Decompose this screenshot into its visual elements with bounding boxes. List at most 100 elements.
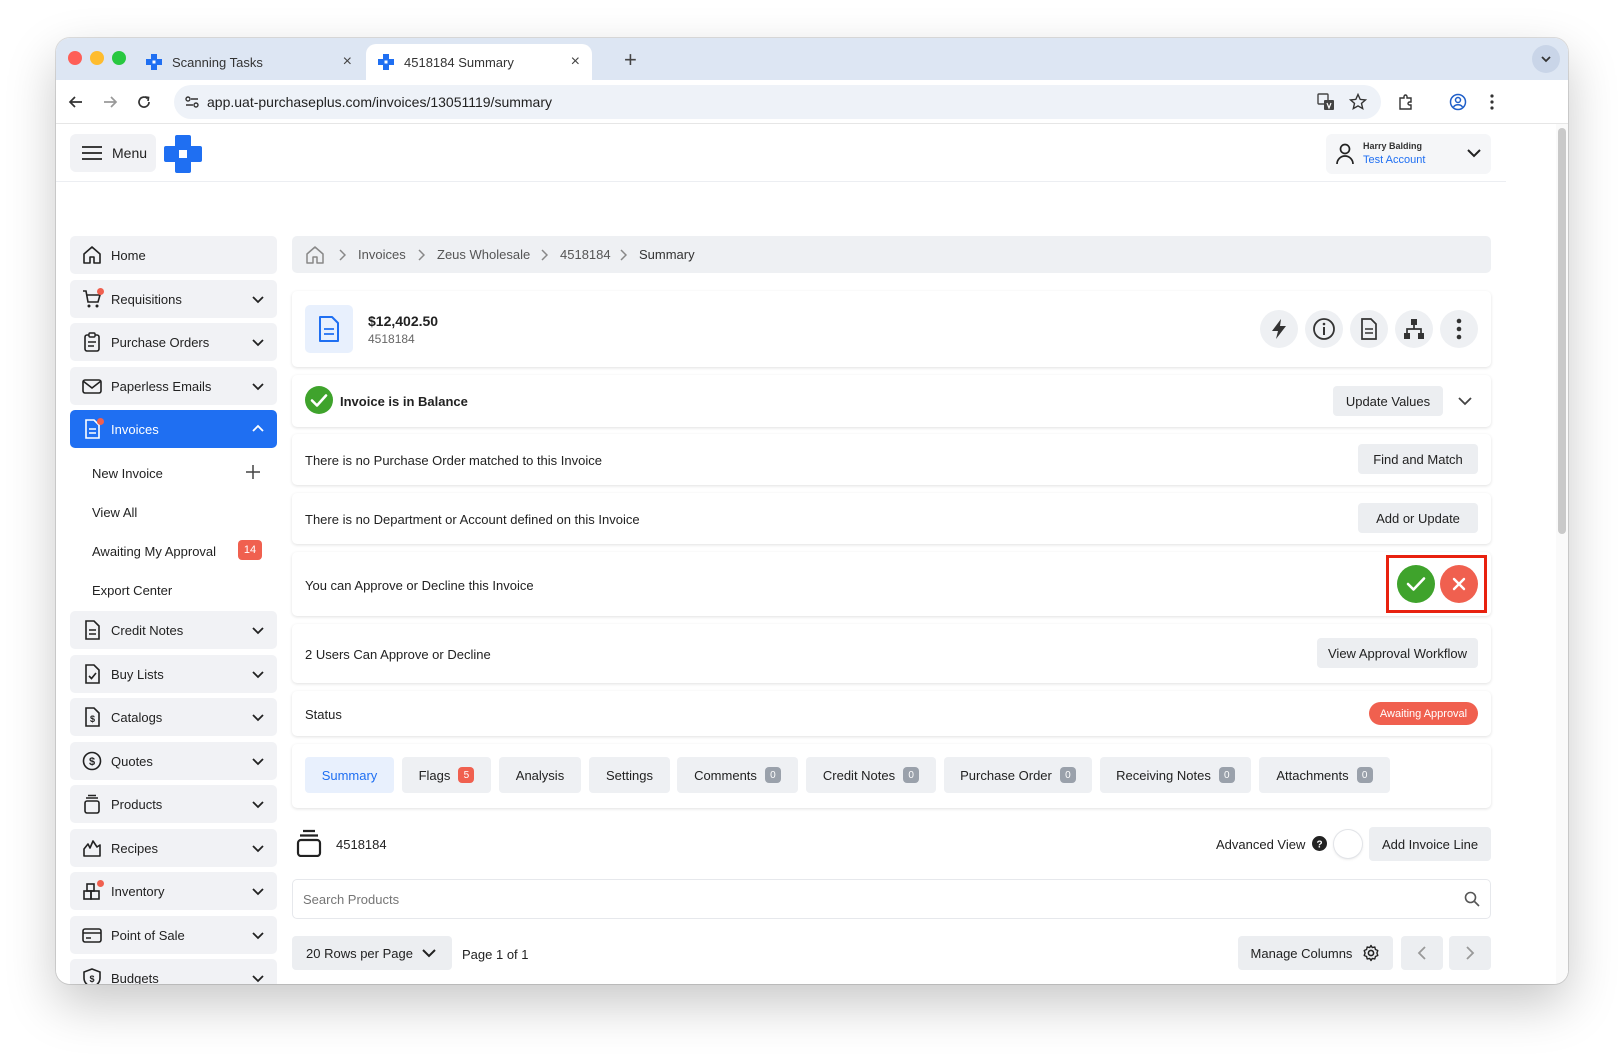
tab-summary[interactable]: Summary xyxy=(305,757,394,793)
tab-search-button[interactable] xyxy=(1532,45,1560,73)
sidebar-item-buy-lists[interactable]: Buy Lists xyxy=(70,655,277,693)
tab-attachments[interactable]: Attachments 0 xyxy=(1259,757,1390,793)
tab-count-badge: 0 xyxy=(1059,767,1076,783)
quick-actions-button[interactable] xyxy=(1260,310,1298,348)
sidebar-item-label: Quotes xyxy=(111,754,153,769)
product-stack-icon xyxy=(296,829,322,857)
next-page-button[interactable] xyxy=(1449,936,1491,970)
sidebar-item-label: Purchase Orders xyxy=(111,335,210,350)
tab-label: Analysis xyxy=(515,767,565,783)
sidebar-subitem-awaiting-approval[interactable]: Awaiting My Approval xyxy=(92,544,216,559)
extensions-button[interactable] xyxy=(1394,90,1418,114)
plus-icon[interactable] xyxy=(246,465,260,479)
view-approval-workflow-button[interactable]: View Approval Workflow xyxy=(1317,638,1478,668)
add-invoice-line-button[interactable]: Add Invoice Line xyxy=(1369,827,1491,861)
tab-purchase-order[interactable]: Purchase Order 0 xyxy=(944,757,1092,793)
profile-button[interactable] xyxy=(1446,90,1470,114)
chevron-left-icon xyxy=(1417,946,1426,960)
browser-tab-invoice-summary[interactable]: 4518184 Summary × xyxy=(366,44,592,80)
scrollbar-thumb[interactable] xyxy=(1558,128,1566,534)
bookmark-button[interactable] xyxy=(1346,90,1370,114)
lines-invoice-number: 4518184 xyxy=(336,837,387,852)
page-scrollbar[interactable] xyxy=(1556,124,1568,984)
sidebar-subitem-view-all[interactable]: View All xyxy=(92,505,137,520)
awaiting-count-badge: 14 xyxy=(238,540,262,560)
tab-receiving-notes[interactable]: Receiving Notes 0 xyxy=(1100,757,1251,793)
translate-icon xyxy=(1317,93,1334,110)
decline-button[interactable] xyxy=(1440,565,1478,603)
search-icon[interactable] xyxy=(1464,891,1480,907)
manage-columns-button[interactable]: Manage Columns xyxy=(1238,936,1393,970)
tab-close-icon[interactable]: × xyxy=(343,53,352,71)
tab-comments[interactable]: Comments 0 xyxy=(677,757,798,793)
tab-close-icon[interactable]: × xyxy=(571,53,580,71)
department-message: There is no Department or Account define… xyxy=(305,512,640,527)
more-actions-button[interactable] xyxy=(1440,310,1478,348)
sidebar-item-invoices[interactable]: Invoices xyxy=(70,410,277,448)
hierarchy-button[interactable] xyxy=(1395,310,1433,348)
arrow-left-icon xyxy=(68,96,82,108)
sidebar-item-budgets[interactable]: $ Budgets xyxy=(70,959,277,984)
search-products-input[interactable] xyxy=(303,889,1443,909)
sidebar-item-paperless-emails[interactable]: Paperless Emails xyxy=(70,367,277,405)
sidebar-item-inventory[interactable]: Inventory xyxy=(70,872,277,910)
breadcrumb-invoices[interactable]: Invoices xyxy=(358,247,406,262)
help-icon[interactable]: ? xyxy=(1312,836,1327,851)
menu-label: Menu xyxy=(112,145,148,161)
sidebar-subitem-export-center[interactable]: Export Center xyxy=(92,583,172,598)
browser-menu-button[interactable] xyxy=(1480,90,1504,114)
new-tab-icon[interactable]: + xyxy=(624,47,637,73)
view-document-button[interactable] xyxy=(1350,310,1388,348)
forward-button[interactable] xyxy=(98,90,122,114)
sidebar-item-label: Credit Notes xyxy=(111,623,184,638)
tab-analysis[interactable]: Analysis xyxy=(499,757,581,793)
sidebar-item-quotes[interactable]: $ Quotes xyxy=(70,742,277,780)
sidebar-item-credit-notes[interactable]: Credit Notes xyxy=(70,611,277,649)
rows-per-page-select[interactable]: 20 Rows per Page xyxy=(292,936,452,970)
favicon-icon xyxy=(378,54,394,70)
find-and-match-button[interactable]: Find and Match xyxy=(1358,444,1478,474)
sidebar-item-requisitions[interactable]: Requisitions xyxy=(70,280,277,318)
user-menu[interactable]: Harry Balding Test Account xyxy=(1326,134,1491,174)
approve-button[interactable] xyxy=(1397,565,1435,603)
chevron-down-icon xyxy=(252,627,264,635)
sidebar-item-recipes[interactable]: Recipes xyxy=(70,829,277,867)
chevron-down-icon[interactable] xyxy=(1458,396,1472,406)
breadcrumb-invoice-number[interactable]: 4518184 xyxy=(560,247,611,262)
tab-flags[interactable]: Flags 5 xyxy=(402,757,491,793)
update-values-button[interactable]: Update Values xyxy=(1333,386,1443,416)
maximize-window-button[interactable] xyxy=(112,51,126,65)
sidebar-subitem-new-invoice[interactable]: New Invoice xyxy=(92,466,163,481)
tab-credit-notes[interactable]: Credit Notes 0 xyxy=(806,757,936,793)
tab-count-badge: 0 xyxy=(1218,767,1235,783)
sidebar-item-home[interactable]: Home xyxy=(70,236,277,274)
minimize-window-button[interactable] xyxy=(90,51,104,65)
approvers-row: 2 Users Can Approve or Decline View Appr… xyxy=(292,624,1491,683)
add-or-update-button[interactable]: Add or Update xyxy=(1358,503,1478,533)
site-settings-icon[interactable] xyxy=(184,94,200,110)
search-products-field[interactable] xyxy=(292,879,1491,919)
sidebar-item-catalogs[interactable]: $ Catalogs xyxy=(70,698,277,736)
home-icon[interactable] xyxy=(305,245,325,265)
address-bar[interactable]: app.uat-purchaseplus.com/invoices/130511… xyxy=(174,85,1381,119)
reload-button[interactable] xyxy=(132,90,156,114)
tab-count-badge: 0 xyxy=(1356,767,1373,783)
purchaseplus-logo[interactable] xyxy=(164,135,202,173)
chevron-down-icon xyxy=(252,845,264,853)
breadcrumb-supplier[interactable]: Zeus Wholesale xyxy=(437,247,530,262)
sidebar-item-products[interactable]: Products xyxy=(70,785,277,823)
previous-page-button[interactable] xyxy=(1401,936,1443,970)
home-icon xyxy=(83,246,101,264)
back-button[interactable] xyxy=(64,90,88,114)
sidebar-item-point-of-sale[interactable]: Point of Sale xyxy=(70,916,277,954)
department-row: There is no Department or Account define… xyxy=(292,493,1491,544)
browser-tab-scanning-tasks[interactable]: Scanning Tasks × xyxy=(134,44,364,80)
translate-button[interactable] xyxy=(1314,90,1338,114)
info-button[interactable] xyxy=(1305,310,1343,348)
sidebar-item-purchase-orders[interactable]: Purchase Orders xyxy=(70,323,277,361)
menu-button[interactable]: Menu xyxy=(70,134,156,172)
tab-settings[interactable]: Settings xyxy=(589,757,670,793)
close-window-button[interactable] xyxy=(68,51,82,65)
advanced-view-toggle[interactable] xyxy=(1334,830,1362,858)
approval-message: You can Approve or Decline this Invoice xyxy=(305,578,534,593)
